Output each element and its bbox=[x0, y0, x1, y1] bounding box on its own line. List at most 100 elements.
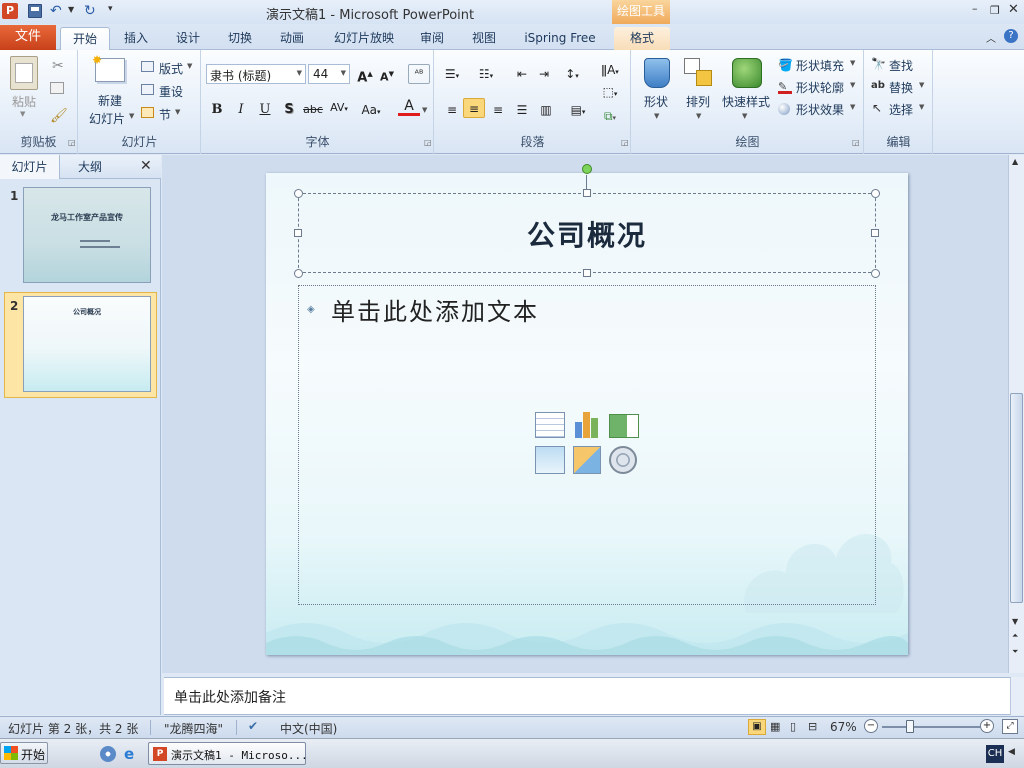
resize-handle-nw[interactable] bbox=[294, 189, 303, 198]
select-button[interactable]: 选择 bbox=[889, 101, 913, 118]
tab-view[interactable]: 视图 bbox=[464, 27, 504, 50]
insert-chart-icon[interactable] bbox=[573, 410, 603, 438]
fit-to-window-icon[interactable]: ⤢ bbox=[1002, 719, 1018, 734]
quick-styles-button[interactable]: 快速样式 bbox=[722, 93, 770, 110]
font-color-dropdown-icon[interactable]: ▼ bbox=[422, 106, 427, 114]
font-color-icon[interactable]: A bbox=[398, 98, 420, 116]
layout-icon[interactable] bbox=[141, 61, 154, 72]
font-name-dropdown-icon[interactable]: ▼ bbox=[297, 69, 302, 77]
spell-check-icon[interactable]: ✔ bbox=[248, 719, 258, 733]
scroll-down-icon[interactable]: ▼ bbox=[1012, 617, 1018, 626]
slide-thumbnail-1[interactable]: 龙马工作室产品宣传 bbox=[23, 187, 151, 283]
tab-outline[interactable]: 大纲 bbox=[66, 155, 114, 179]
tray-expand-icon[interactable]: ◀ bbox=[1008, 747, 1015, 757]
smartart-icon[interactable]: ⧉▾ bbox=[599, 106, 621, 126]
tab-slides[interactable]: 幻灯片 bbox=[0, 155, 60, 179]
format-painter-icon[interactable]: 🖌 bbox=[50, 108, 68, 124]
resize-handle-e[interactable] bbox=[871, 229, 879, 237]
quick-launch-ie-icon[interactable]: e bbox=[124, 745, 134, 763]
help-icon[interactable]: ? bbox=[1004, 29, 1018, 43]
shrink-font-icon[interactable]: A▼ bbox=[376, 64, 398, 84]
numbering-icon[interactable]: ☷▾ bbox=[475, 64, 497, 84]
undo-icon[interactable]: ↶ bbox=[50, 3, 62, 19]
shape-outline-dropdown-icon[interactable]: ▼ bbox=[850, 81, 855, 89]
find-button[interactable]: 查找 bbox=[889, 57, 913, 74]
replace-icon[interactable]: ab bbox=[871, 80, 885, 91]
quick-styles-dropdown-icon[interactable]: ▼ bbox=[742, 112, 747, 120]
character-spacing-icon[interactable]: AV▾ bbox=[328, 98, 350, 118]
bullets-icon[interactable]: ☰▾ bbox=[441, 64, 463, 84]
content-placeholder[interactable]: ◈ 单击此处添加文本 bbox=[298, 285, 876, 605]
paste-icon[interactable] bbox=[10, 56, 38, 90]
zoom-slider-track[interactable] bbox=[882, 726, 980, 728]
rotate-handle[interactable] bbox=[582, 164, 592, 174]
minimize-icon[interactable]: – bbox=[972, 3, 984, 16]
customize-toolbar-icon[interactable]: ▾ bbox=[108, 4, 113, 14]
replace-button[interactable]: 替换 bbox=[889, 79, 913, 96]
collapse-ribbon-icon[interactable]: ︿ bbox=[986, 30, 996, 45]
notes-placeholder[interactable]: 单击此处添加备注 bbox=[174, 687, 286, 707]
line-spacing-icon[interactable]: ↕▾ bbox=[561, 64, 583, 84]
shape-fill-icon[interactable]: 🪣 bbox=[778, 58, 793, 72]
file-tab[interactable]: 文件 bbox=[0, 25, 56, 50]
close-pane-icon[interactable]: ✕ bbox=[140, 158, 152, 174]
font-size-dropdown-icon[interactable]: ▼ bbox=[341, 69, 346, 77]
slide-show-view-icon[interactable]: ⊟ bbox=[808, 720, 817, 733]
find-icon[interactable]: 🔭 bbox=[871, 57, 886, 71]
reading-view-icon[interactable]: ▯ bbox=[790, 720, 796, 733]
italic-icon[interactable]: I bbox=[230, 100, 252, 120]
paste-label[interactable]: 粘贴 bbox=[12, 93, 36, 110]
underline-icon[interactable]: U bbox=[254, 100, 276, 120]
new-slide-icon[interactable]: ✸ bbox=[92, 53, 125, 82]
close-icon[interactable]: ✕ bbox=[1008, 2, 1022, 17]
cut-icon[interactable]: ✂ bbox=[52, 58, 64, 74]
shapes-dropdown-icon[interactable]: ▼ bbox=[654, 112, 659, 120]
tab-format[interactable]: 格式 bbox=[614, 27, 670, 50]
shape-effects-icon[interactable] bbox=[778, 103, 790, 115]
scroll-up-icon[interactable]: ▲ bbox=[1012, 157, 1018, 166]
tab-home[interactable]: 开始 bbox=[60, 27, 110, 50]
align-right-icon[interactable]: ≡ bbox=[487, 100, 509, 120]
font-launcher-icon[interactable]: ◲ bbox=[424, 138, 432, 147]
shape-outline-icon[interactable]: ✎ bbox=[778, 80, 792, 94]
slide-thumbnail-2[interactable]: 公司概况 bbox=[23, 296, 151, 392]
quick-launch-desktop-icon[interactable] bbox=[100, 746, 116, 762]
insert-table-icon[interactable] bbox=[535, 412, 565, 438]
select-dropdown-icon[interactable]: ▼ bbox=[919, 103, 924, 111]
tab-insert[interactable]: 插入 bbox=[116, 27, 156, 50]
next-slide-icon[interactable]: ⏷ bbox=[1012, 647, 1018, 657]
shape-fill-dropdown-icon[interactable]: ▼ bbox=[850, 59, 855, 67]
layout-button[interactable]: 版式 bbox=[159, 60, 183, 77]
current-slide[interactable]: 公司概况 ◈ 单击此处添加文本 bbox=[266, 164, 908, 655]
bold-icon[interactable]: B bbox=[206, 100, 228, 120]
layout-dropdown-icon[interactable]: ▼ bbox=[187, 62, 192, 70]
tab-ispring[interactable]: iSpring Free bbox=[516, 27, 604, 50]
notes-scrollbar[interactable] bbox=[1010, 677, 1024, 715]
resize-handle-se[interactable] bbox=[871, 269, 880, 278]
shapes-button[interactable]: 形状 bbox=[644, 93, 668, 110]
drawing-launcher-icon[interactable]: ◲ bbox=[852, 138, 860, 147]
shapes-icon[interactable] bbox=[644, 58, 670, 88]
language[interactable]: 中文(中国) bbox=[280, 720, 337, 737]
shape-effects-button[interactable]: 形状效果 bbox=[796, 101, 844, 118]
zoom-in-icon[interactable]: + bbox=[980, 719, 994, 733]
increase-indent-icon[interactable]: ⇥ bbox=[533, 64, 555, 84]
restore-icon[interactable]: ❐ bbox=[990, 4, 1002, 17]
tab-animations[interactable]: 动画 bbox=[272, 27, 312, 50]
ime-indicator[interactable]: CH bbox=[986, 745, 1004, 763]
font-name-select[interactable]: 隶书 (标题) ▼ bbox=[206, 64, 306, 84]
title-placeholder[interactable]: 公司概况 bbox=[298, 193, 876, 273]
arrange-dropdown-icon[interactable]: ▼ bbox=[696, 112, 701, 120]
tab-transitions[interactable]: 切换 bbox=[220, 27, 260, 50]
tab-slide-show[interactable]: 幻灯片放映 bbox=[326, 27, 402, 50]
resize-handle-ne[interactable] bbox=[871, 189, 880, 198]
section-button[interactable]: 节 bbox=[159, 106, 171, 123]
text-direction-icon[interactable]: ǁA▾ bbox=[599, 60, 621, 80]
decrease-indent-icon[interactable]: ⇤ bbox=[511, 64, 533, 84]
resize-handle-s[interactable] bbox=[583, 269, 591, 277]
start-button[interactable]: 开始 bbox=[0, 742, 48, 764]
shadow-icon[interactable]: S bbox=[278, 100, 300, 120]
paragraph-launcher-icon[interactable]: ◲ bbox=[621, 138, 629, 147]
zoom-out-icon[interactable]: − bbox=[864, 719, 878, 733]
shape-fill-button[interactable]: 形状填充 bbox=[796, 57, 844, 74]
